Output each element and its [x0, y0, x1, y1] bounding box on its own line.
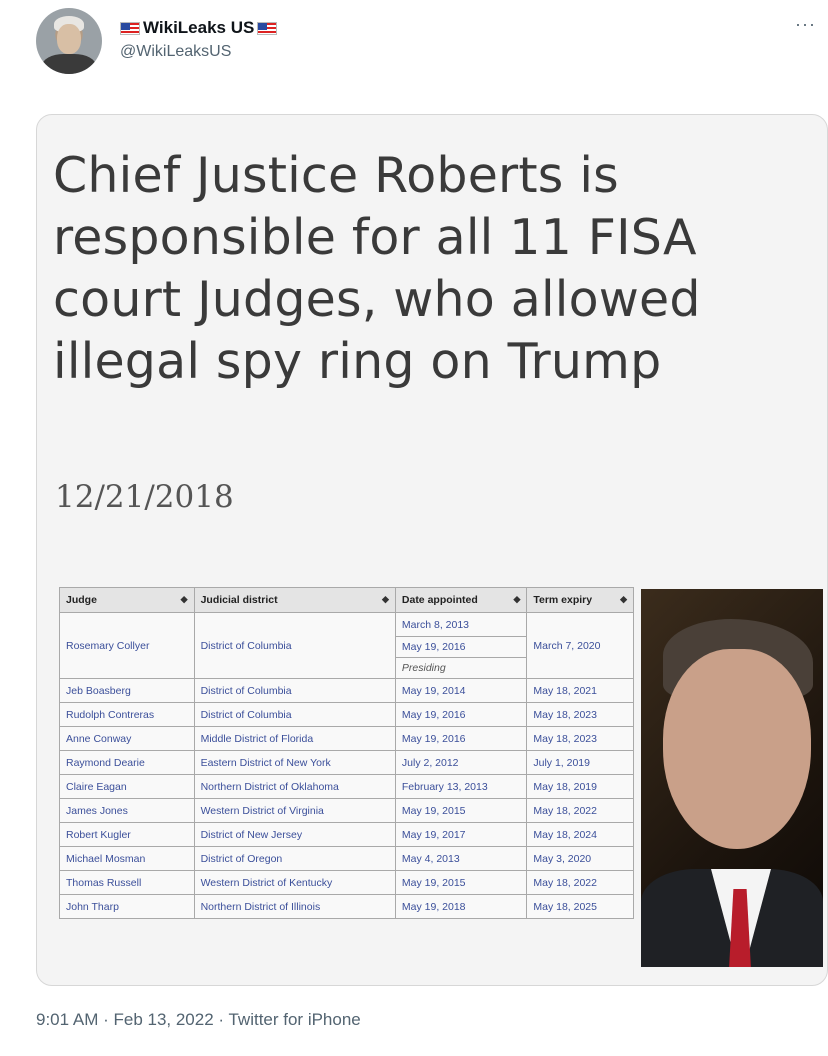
display-name-row[interactable]: WikiLeaks US [120, 18, 278, 38]
district-cell: Eastern District of New York [193, 750, 396, 775]
expiry-cell: May 18, 2023 [526, 702, 634, 727]
expiry-cell: May 18, 2023 [526, 726, 634, 751]
district-cell: Middle District of Florida [193, 726, 396, 751]
date-cell: May 19, 2015 [394, 798, 528, 823]
expiry-cell: May 18, 2022 [526, 870, 634, 895]
image-card[interactable]: Chief Justice Roberts is responsible for… [36, 114, 828, 986]
judge-cell: Claire Eagan [59, 774, 195, 799]
handle[interactable]: @WikiLeaksUS [120, 43, 231, 61]
date-cell: May 19, 2017 [394, 822, 528, 847]
judges-table: Judge ◆ Judicial district ◆ Date appointed… [59, 587, 634, 919]
district-cell: District of Columbia [193, 612, 396, 679]
table-row: Claire Eagan Northern District of Oklahom… [59, 774, 634, 799]
date-cell: May 19, 2016 [394, 702, 528, 727]
district-cell: District of Columbia [193, 678, 396, 703]
column-header-judge: Judge ◆ [59, 587, 195, 613]
date-cell: February 13, 2013 [394, 774, 528, 799]
district-cell: Northern District of Oklahoma [193, 774, 396, 799]
table-row: James Jones Western District of Virginia M… [59, 798, 634, 823]
tweet-header: WikiLeaks US @WikiLeaksUS ··· [36, 8, 826, 78]
date-cell: July 2, 2012 [394, 750, 528, 775]
column-header-term-expiry: Term expiry ◆ [526, 587, 634, 613]
date-cell: May 19, 2016 [394, 726, 528, 751]
district-cell: Western District of Virginia [193, 798, 396, 823]
sort-icon: ◆ [381, 594, 389, 604]
district-cell: Western District of Kentucky [193, 870, 396, 895]
district-cell: District of Oregon [193, 846, 396, 871]
tweet-timestamp[interactable]: 9:01 AM · Feb 13, 2022 · Twitter for iPh… [36, 1010, 361, 1030]
expiry-cell: July 1, 2019 [526, 750, 634, 775]
avatar[interactable] [36, 8, 102, 74]
judge-cell: Michael Mosman [59, 846, 195, 871]
table-row: John Tharp Northern District of Illinois M… [59, 894, 634, 919]
district-cell: Northern District of Illinois [193, 894, 396, 919]
article-date: 12/21/2018 [55, 479, 234, 515]
sort-icon: ◆ [620, 594, 627, 604]
judge-cell: Raymond Dearie [59, 750, 195, 775]
date-cell: May 19, 2018 [394, 894, 528, 919]
judge-cell: Thomas Russell [59, 870, 195, 895]
expiry-cell: May 18, 2025 [526, 894, 634, 919]
judge-cell: Anne Conway [59, 726, 195, 751]
table-row: Thomas Russell Western District of Kentuc… [59, 870, 634, 895]
judge-cell: Jeb Boasberg [59, 678, 195, 703]
table-row: Robert Kugler District of New Jersey May 1… [59, 822, 634, 847]
expiry-cell: May 18, 2022 [526, 798, 634, 823]
table-row: Anne Conway Middle District of Florida May… [59, 726, 634, 751]
district-cell: District of New Jersey [193, 822, 396, 847]
headline: Chief Justice Roberts is responsible for… [53, 147, 701, 390]
table-row: Rosemary Collyer District of Columbia Ma… [59, 612, 634, 679]
us-flag-icon [120, 21, 140, 35]
us-flag-icon [257, 21, 278, 35]
judge-cell: Rosemary Collyer [59, 612, 195, 679]
judge-cell: Rudolph Contreras [59, 702, 195, 727]
expiry-cell: May 3, 2020 [526, 846, 634, 871]
display-name[interactable]: WikiLeaks US [143, 18, 254, 38]
column-header-date-appointed: Date appointed ◆ [394, 587, 528, 613]
sort-icon: ◆ [180, 594, 188, 604]
table-row: Michael Mosman District of Oregon May 4, 2… [59, 846, 634, 871]
expiry-cell: May 18, 2019 [526, 774, 634, 799]
expiry-cell: May 18, 2021 [526, 678, 634, 703]
sort-icon: ◆ [513, 594, 521, 604]
judge-cell: James Jones [59, 798, 195, 823]
date-cell: March 8, 2013 [394, 612, 528, 637]
column-header-district: Judicial district ◆ [193, 587, 396, 613]
judge-cell: John Tharp [59, 894, 195, 919]
more-options-icon[interactable]: ··· [795, 14, 816, 35]
date-cell: May 19, 2014 [394, 678, 528, 703]
table-row: Jeb Boasberg District of Columbia May 19, … [59, 678, 634, 703]
date-cell: May 4, 2013 [394, 846, 528, 871]
date-cell: May 19, 2016 [394, 636, 528, 658]
expiry-cell: May 18, 2024 [526, 822, 634, 847]
presiding-note: Presiding [394, 657, 528, 679]
date-cell: May 19, 2015 [394, 870, 528, 895]
portrait-photo [641, 589, 823, 967]
expiry-cell: March 7, 2020 [526, 612, 634, 679]
district-cell: District of Columbia [193, 702, 396, 727]
table-row: Raymond Dearie Eastern District of New Yo… [59, 750, 634, 775]
table-row: Rudolph Contreras District of Columbia May… [59, 702, 634, 727]
judge-cell: Robert Kugler [59, 822, 195, 847]
